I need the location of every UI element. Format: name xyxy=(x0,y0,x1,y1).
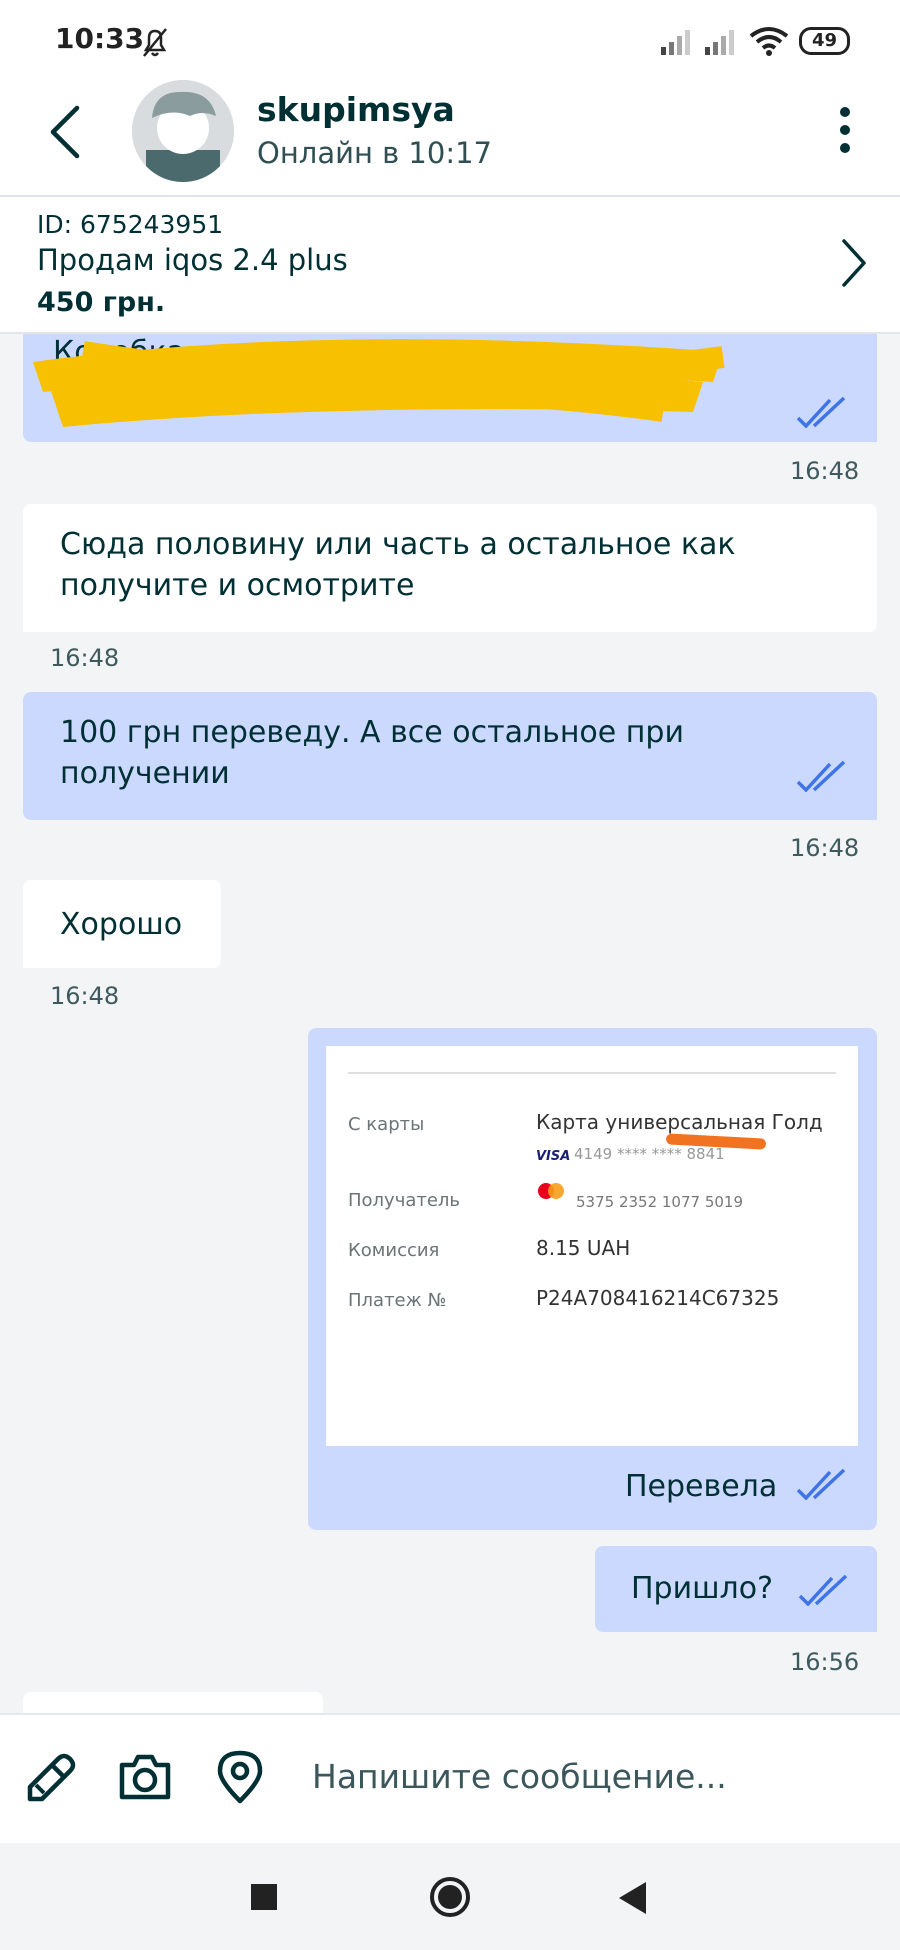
message-bubble-incoming[interactable]: Хорошо xyxy=(23,880,221,968)
chat-header: skupimsya Онлайн в 10:17 xyxy=(0,80,900,197)
location-icon[interactable] xyxy=(216,1749,264,1805)
double-check-icon xyxy=(796,760,846,792)
chevron-right-icon[interactable] xyxy=(838,237,868,289)
message-bubble-incoming[interactable] xyxy=(23,1692,323,1713)
receipt-recipient-card: 5375 2352 1077 5019 xyxy=(576,1193,743,1211)
message-bubble-incoming[interactable]: Сюда половину или часть а остальное как … xyxy=(23,504,877,632)
message-time: 16:48 xyxy=(790,834,860,862)
signal-icon xyxy=(660,30,690,55)
status-right: 49 xyxy=(660,26,850,56)
message-text: Сюда половину или часть а остальное как … xyxy=(60,527,736,603)
mastercard-icon xyxy=(538,1183,564,1199)
message-bubble-outgoing[interactable]: Пришло? xyxy=(595,1546,877,1632)
paperclip-icon[interactable] xyxy=(22,1751,76,1805)
avatar[interactable] xyxy=(132,80,234,182)
receipt-payment-label: Платеж № xyxy=(348,1290,447,1311)
ad-id: ID: 675243951 xyxy=(37,210,224,239)
message-time: 16:48 xyxy=(50,982,120,1010)
message-text: Хорошо xyxy=(60,907,183,942)
visa-icon: VISA xyxy=(536,1149,571,1164)
receipt-divider xyxy=(348,1072,836,1074)
double-check-icon xyxy=(798,1574,848,1606)
image-caption: Перевела xyxy=(625,1469,778,1504)
back-arrow-icon[interactable] xyxy=(45,102,85,162)
ad-price: 450 грн. xyxy=(37,287,166,318)
mute-bell-icon xyxy=(143,28,167,57)
message-time: 16:48 xyxy=(790,457,860,485)
ad-bar[interactable]: ID: 675243951 Продам iqos 2.4 plus 450 г… xyxy=(0,197,900,334)
receipt-recipient-label: Получатель xyxy=(348,1190,461,1211)
message-bubble-outgoing[interactable]: 100 грн переведу. А все остальное при по… xyxy=(23,692,877,820)
signal-icon xyxy=(704,30,734,55)
double-check-icon xyxy=(796,396,846,428)
more-icon[interactable] xyxy=(835,100,855,160)
status-bar: 10:33 49 xyxy=(0,0,900,80)
message-input[interactable]: Напишите сообщение... xyxy=(312,1757,727,1796)
receipt-fee-value: 8.15 UAH xyxy=(536,1236,631,1260)
message-time: 16:48 xyxy=(50,644,120,672)
battery-indicator: 49 xyxy=(798,27,850,55)
receipt-from-label: С карты xyxy=(348,1114,425,1135)
wifi-icon xyxy=(749,27,789,56)
avatar-icon xyxy=(132,80,234,182)
camera-icon[interactable] xyxy=(118,1753,172,1801)
triangle-nav-icon[interactable] xyxy=(618,1881,648,1915)
redaction-scribble: Коробка xyxy=(33,335,725,427)
message-time: 16:56 xyxy=(790,1648,860,1676)
system-nav-bar xyxy=(0,1843,900,1950)
status-time: 10:33 xyxy=(55,22,145,55)
circle-nav-icon[interactable] xyxy=(428,1875,472,1919)
message-image-bubble[interactable]: С карты Карта универсальная Голд VISA 41… xyxy=(308,1028,877,1530)
message-bubble-outgoing[interactable]: Коробка xyxy=(23,332,877,442)
receipt-payment-value: P24A708416214C67325 xyxy=(536,1286,780,1310)
message-text: 100 грн переведу. А все остальное при по… xyxy=(60,715,684,791)
chat-area: Коробка 16:48 Сюда половину или часть а … xyxy=(0,332,900,1713)
square-nav-icon[interactable] xyxy=(250,1883,278,1911)
message-input-bar: Напишите сообщение... xyxy=(0,1713,900,1845)
message-text: Пришло? xyxy=(631,1571,774,1606)
ad-title: Продам iqos 2.4 plus xyxy=(37,243,348,277)
contact-name: skupimsya xyxy=(257,90,455,129)
receipt-image[interactable]: С карты Карта универсальная Голд VISA 41… xyxy=(326,1046,858,1446)
receipt-fee-label: Комиссия xyxy=(348,1240,440,1261)
online-status: Онлайн в 10:17 xyxy=(257,136,493,170)
double-check-icon xyxy=(796,1468,846,1500)
